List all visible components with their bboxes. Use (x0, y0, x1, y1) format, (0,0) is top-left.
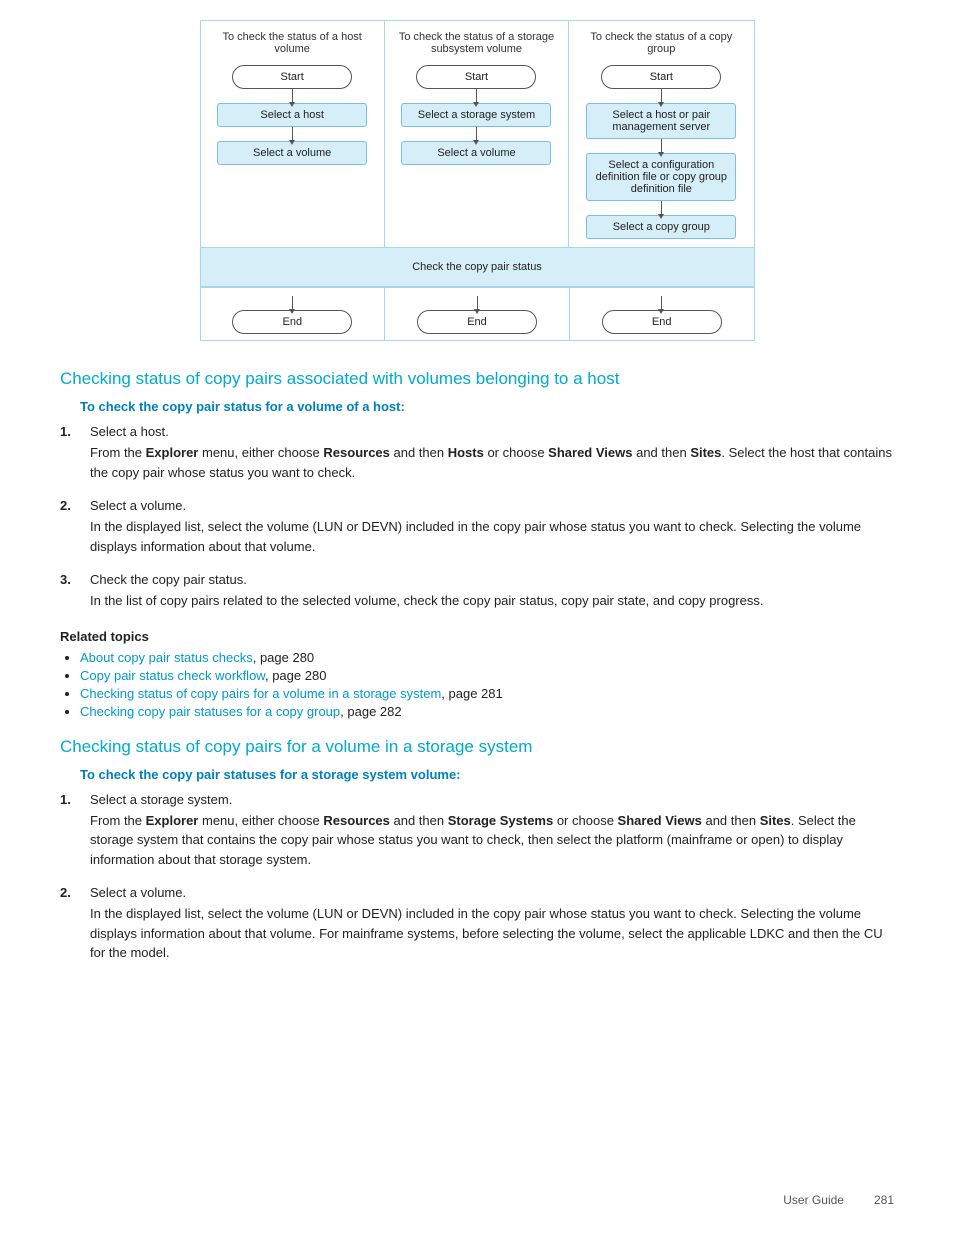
footer-label: User Guide (783, 1193, 844, 1207)
fc-shared-bar: Check the copy pair status (201, 255, 754, 279)
related-link-2[interactable]: Copy pair status check workflow (80, 668, 265, 683)
fc-arrow (292, 296, 293, 310)
related-list: About copy pair status checks, page 280 … (60, 650, 894, 719)
step-3: 3. Check the copy pair status. In the li… (60, 572, 894, 621)
step-2-num: 2. (60, 498, 78, 513)
step-1-num: 1. (60, 424, 78, 439)
related-page-4: page 282 (347, 704, 401, 719)
step-2-detail: In the displayed list, select the volume… (90, 517, 894, 556)
section2-steps: 1. Select a storage system. From the Exp… (60, 792, 894, 973)
section2-heading: Checking status of copy pairs for a volu… (60, 737, 894, 757)
section2-subheading: To check the copy pair statuses for a st… (60, 767, 894, 782)
s2-step-1-detail: From the Explorer menu, either choose Re… (90, 811, 894, 870)
fc-node-3-1: Select a host or pair management server (586, 103, 736, 139)
related-item-3: Checking status of copy pairs for a volu… (80, 686, 894, 701)
related-item-4: Checking copy pair statuses for a copy g… (80, 704, 894, 719)
related-link-3[interactable]: Checking status of copy pairs for a volu… (80, 686, 441, 701)
related-link-1[interactable]: About copy pair status checks (80, 650, 253, 665)
step-1-detail: From the Explorer menu, either choose Re… (90, 443, 894, 482)
fc-start-2: Start (416, 65, 536, 89)
flowchart: To check the status of a host volume Sta… (200, 20, 755, 341)
s2-step-2-detail: In the displayed list, select the volume… (90, 904, 894, 963)
page-footer: User Guide 281 (783, 1193, 894, 1207)
fc-col-1-title: To check the status of a host volume (211, 29, 374, 57)
fc-col-3: To check the status of a copy group Star… (569, 21, 753, 247)
s2-step-2-num: 2. (60, 885, 78, 900)
flowchart-columns: To check the status of a host volume Sta… (201, 21, 754, 247)
fc-end-1: End (201, 288, 386, 340)
related-page-1: page 280 (260, 650, 314, 665)
fc-arrow (477, 296, 478, 310)
fc-end-2: End (385, 288, 570, 340)
s2-step-2-title: Select a volume. (90, 885, 894, 900)
fc-col-2: To check the status of a storage subsyst… (385, 21, 569, 247)
fc-arrow (661, 139, 662, 153)
section1-subheading: To check the copy pair status for a volu… (60, 399, 894, 414)
step-3-detail: In the list of copy pairs related to the… (90, 591, 894, 611)
s2-step-1-content: Select a storage system. From the Explor… (90, 792, 894, 880)
fc-arrow (476, 127, 477, 141)
step-1: 1. Select a host. From the Explorer menu… (60, 424, 894, 492)
related-item-1: About copy pair status checks, page 280 (80, 650, 894, 665)
fc-node-3-2: Select a configuration definition file o… (586, 153, 736, 201)
step-1-content: Select a host. From the Explorer menu, e… (90, 424, 894, 492)
related-page-3: page 281 (449, 686, 503, 701)
step-2-content: Select a volume. In the displayed list, … (90, 498, 894, 566)
s2-step-1-num: 1. (60, 792, 78, 807)
step-2: 2. Select a volume. In the displayed lis… (60, 498, 894, 566)
step-3-content: Check the copy pair status. In the list … (90, 572, 894, 621)
section1-heading: Checking status of copy pairs associated… (60, 369, 894, 389)
s2-step-1: 1. Select a storage system. From the Exp… (60, 792, 894, 880)
footer-page: 281 (874, 1193, 894, 1207)
section1: Checking status of copy pairs associated… (60, 369, 894, 719)
fc-arrow (292, 127, 293, 141)
fc-arrow (661, 89, 662, 103)
fc-col-3-title: To check the status of a copy group (579, 29, 743, 57)
step-1-title: Select a host. (90, 424, 894, 439)
related-topics-heading: Related topics (60, 629, 894, 644)
related-page-2: page 280 (272, 668, 326, 683)
fc-start-1: Start (232, 65, 352, 89)
flowchart-section: To check the status of a host volume Sta… (60, 20, 894, 341)
fc-end-3: End (570, 288, 754, 340)
step-3-title: Check the copy pair status. (90, 572, 894, 587)
fc-col-1: To check the status of a host volume Sta… (201, 21, 385, 247)
fc-start-3: Start (601, 65, 721, 89)
section1-steps: 1. Select a host. From the Explorer menu… (60, 424, 894, 621)
s2-step-1-title: Select a storage system. (90, 792, 894, 807)
s2-step-2-content: Select a volume. In the displayed list, … (90, 885, 894, 973)
fc-ends-row: End End End (201, 287, 754, 340)
step-3-num: 3. (60, 572, 78, 587)
fc-arrow (292, 89, 293, 103)
s2-step-2: 2. Select a volume. In the displayed lis… (60, 885, 894, 973)
related-item-2: Copy pair status check workflow, page 28… (80, 668, 894, 683)
fc-arrow (476, 89, 477, 103)
step-2-title: Select a volume. (90, 498, 894, 513)
section2: Checking status of copy pairs for a volu… (60, 737, 894, 973)
related-link-4[interactable]: Checking copy pair statuses for a copy g… (80, 704, 340, 719)
fc-arrow (661, 201, 662, 215)
fc-arrow (661, 296, 662, 310)
fc-col-2-title: To check the status of a storage subsyst… (395, 29, 558, 57)
